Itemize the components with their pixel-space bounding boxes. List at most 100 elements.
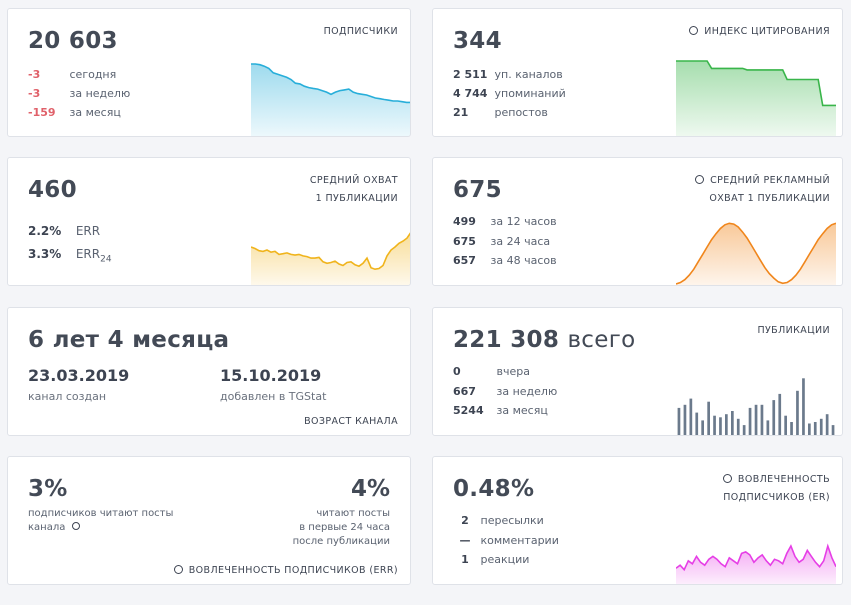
channel-age-label: ВОЗРАСТ КАНАЛА	[304, 416, 398, 427]
citation-index: 344	[453, 28, 502, 54]
stat-text: вчера	[496, 365, 530, 378]
stat-value: -159	[28, 106, 56, 119]
posts-suffix: всего	[567, 327, 636, 353]
added-date: 15.10.2019	[220, 366, 322, 385]
citation-card[interactable]: 344 ИНДЕКС ЦИТИРОВАНИЯ 2 511 уп. каналов…	[432, 8, 843, 137]
posts-total: 221 308 всего	[453, 327, 635, 353]
chart-bar	[772, 400, 776, 435]
er-value: 0.48%	[453, 476, 535, 502]
info-icon[interactable]	[695, 175, 705, 184]
stat-text: уп. каналов	[494, 68, 563, 81]
info-icon[interactable]	[722, 474, 732, 483]
stat-text: за неделю	[496, 385, 558, 398]
stat-row: 5244 за месяц	[453, 404, 548, 418]
chart-bar	[677, 407, 681, 435]
stat-row: 657 за 48 часов	[453, 254, 557, 268]
chart-bar	[725, 414, 728, 435]
stat-row: 1 реакции	[453, 553, 529, 567]
chart-bar	[683, 404, 687, 435]
stat-text: ERR24	[76, 247, 112, 264]
chart-bar	[748, 407, 752, 435]
chart-bar	[790, 422, 793, 435]
chart-area	[676, 546, 836, 584]
engagement-err-card[interactable]: 3% подписчиков читают посты канала 4% чи…	[7, 456, 411, 585]
posts-label: ПУБЛИКАЦИИ	[757, 325, 830, 336]
er-label-line1: ВОВЛЕЧЕННОСТЬ	[737, 474, 830, 485]
citation-label: ИНДЕКС ЦИТИРОВАНИЯ	[689, 23, 830, 41]
chart-bar	[701, 420, 704, 435]
reach-label-line1: СРЕДНИЙ ОХВАТ	[309, 175, 398, 186]
stat-row: -159 за месяц	[28, 106, 121, 120]
stat-row: — комментарии	[453, 534, 559, 548]
engagement-err-label-text: ВОВЛЕЧЕННОСТЬ ПОДПИСЧИКОВ (ERR)	[188, 565, 398, 576]
subscribers-label: ПОДПИСЧИКИ	[323, 26, 398, 37]
stat-text: за 48 часов	[490, 254, 557, 267]
chart-bar	[819, 418, 823, 435]
created-label: канал создан	[28, 390, 107, 403]
average-ad-reach: 675	[453, 177, 502, 203]
stat-text: за неделю	[69, 87, 131, 100]
chart-bar	[808, 423, 811, 435]
ad-reach-card[interactable]: 675 СРЕДНИЙ РЕКЛАМНЫЙ ОХВАТ 1 ПУБЛИКАЦИИ…	[432, 157, 843, 286]
stat-value: 2 511	[453, 68, 488, 81]
chart-bar	[707, 401, 710, 435]
channel-age-card[interactable]: 6 лет 4 месяца 23.03.2019 канал создан 1…	[7, 307, 411, 436]
engagement-right-line3: после публикации	[292, 536, 390, 547]
stat-row: 3.3% ERR24	[28, 247, 112, 264]
stat-value: 2.2%	[28, 224, 62, 238]
chart-bar	[719, 417, 722, 435]
stat-text: упоминаний	[494, 87, 566, 100]
chart-bar	[796, 390, 799, 435]
stat-row: 0 вчера	[453, 365, 530, 379]
reach-chart	[251, 232, 410, 285]
stat-text: за месяц	[496, 404, 548, 417]
stat-text: комментарии	[480, 534, 559, 547]
subscribers-chart	[251, 63, 410, 136]
stat-value: 4 744	[453, 87, 488, 100]
stat-row: 2 511 уп. каналов	[453, 68, 563, 82]
stat-value: 499	[453, 215, 476, 228]
stat-value: 5244	[453, 404, 484, 417]
stat-value: 657	[453, 254, 476, 267]
chart-bar	[778, 393, 782, 435]
ad-reach-label-line2: ОХВАТ 1 ПУБЛИКАЦИИ	[709, 193, 830, 204]
stat-value: 21	[453, 106, 469, 119]
stat-text: реакции	[480, 553, 530, 566]
chart-bar	[831, 425, 835, 435]
chart-bar	[802, 378, 805, 435]
posts-count: 221 308	[453, 327, 560, 353]
channel-age: 6 лет 4 месяца	[28, 327, 230, 353]
er-label-line2: ПОДПИСЧИКОВ (ER)	[723, 492, 830, 503]
stat-row: 675 за 24 часа	[453, 235, 550, 249]
stat-text: ERR	[75, 224, 101, 238]
stat-row: 2.2% ERR	[28, 224, 100, 238]
reach-card[interactable]: 460 СРЕДНИЙ ОХВАТ 1 ПУБЛИКАЦИИ 2.2% ERR …	[7, 157, 411, 286]
info-icon[interactable]	[689, 26, 699, 35]
stat-text: за 24 часа	[490, 235, 551, 248]
info-icon[interactable]	[173, 565, 183, 574]
chart-bar	[736, 418, 740, 435]
help-icon[interactable]	[71, 522, 80, 530]
chart-bar	[742, 425, 746, 435]
stat-value: 2	[461, 514, 469, 527]
stat-value: 0	[453, 365, 461, 378]
stat-text: репостов	[494, 106, 548, 119]
stat-row: -3 сегодня	[28, 68, 116, 82]
stat-row: 499 за 12 часов	[453, 215, 557, 229]
posts-chart	[677, 378, 835, 435]
er-chart	[676, 543, 836, 584]
engagement-err-label: ВОВЛЕЧЕННОСТЬ ПОДПИСЧИКОВ (ERR)	[173, 565, 398, 576]
average-reach: 460	[28, 177, 77, 203]
stat-row: 21 репостов	[453, 106, 548, 120]
stat-text: за 12 часов	[490, 215, 557, 228]
stat-text: пересылки	[480, 514, 544, 527]
chart-bar	[813, 422, 817, 435]
engagement-left-value: 3%	[28, 476, 68, 502]
posts-card[interactable]: 221 308 всего ПУБЛИКАЦИИ 0 вчера 667 за …	[432, 307, 843, 436]
chart-area	[251, 233, 410, 285]
citation-chart	[676, 60, 836, 136]
chart-bar	[754, 404, 758, 435]
er-card[interactable]: 0.48% ВОВЛЕЧЕННОСТЬ ПОДПИСЧИКОВ (ER) 2 п…	[432, 456, 843, 585]
subscribers-card[interactable]: 20 603 ПОДПИСЧИКИ -3 сегодня -3 за недел…	[7, 8, 411, 137]
stat-value: 3.3%	[28, 247, 62, 261]
